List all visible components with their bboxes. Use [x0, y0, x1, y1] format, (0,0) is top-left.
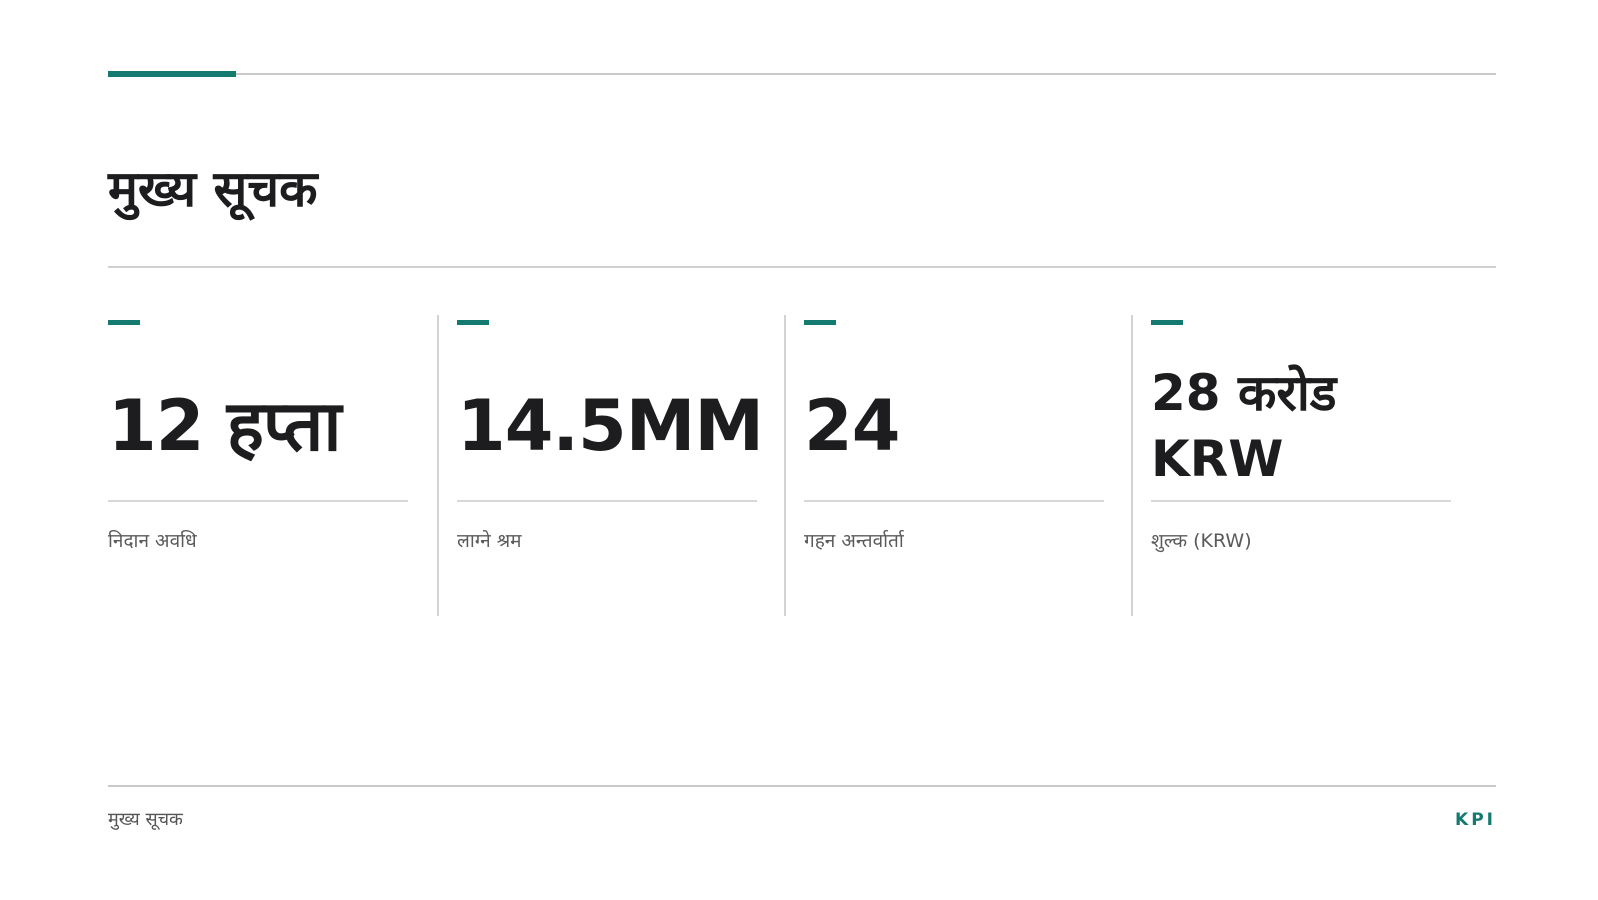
kpi-value: 12 हप्ता: [108, 385, 342, 467]
kpi-divider: [1151, 500, 1451, 502]
kpi-grid: 12 हप्ता निदान अवधि 14.5MM लाग्ने श्रम 2…: [108, 315, 1496, 616]
kpi-value: 14.5MM: [457, 385, 764, 467]
footer-title: मुख्य सूचक: [108, 809, 183, 830]
kpi-accent-marker: [1151, 320, 1183, 325]
top-divider: [108, 73, 1496, 75]
kpi-value: 28 करोड KRW: [1151, 364, 1337, 488]
kpi-label: गहन अन्तर्वार्ता: [804, 530, 904, 552]
kpi-accent-marker: [804, 320, 836, 325]
kpi-value: 24: [804, 385, 900, 467]
kpi-card-fee: 28 करोड KRW शुल्क (KRW): [1131, 315, 1496, 616]
kpi-card-diagnosis-period: 12 हप्ता निदान अवधि: [108, 315, 440, 616]
kpi-accent-marker: [457, 320, 489, 325]
footer-kpi-tag: KPI: [1455, 810, 1496, 830]
top-accent-bar: [108, 71, 236, 77]
kpi-card-interviews: 24 गहन अन्तर्वार्ता: [784, 315, 1132, 616]
kpi-divider: [457, 500, 757, 502]
kpi-label: निदान अवधि: [108, 530, 197, 552]
kpi-divider: [108, 500, 408, 502]
page-title: मुख्य सूचक: [108, 160, 318, 218]
kpi-label: शुल्क (KRW): [1151, 530, 1252, 552]
kpi-card-labor: 14.5MM लाग्ने श्रम: [437, 315, 787, 616]
title-divider: [108, 266, 1496, 268]
footer-divider: [108, 785, 1496, 787]
kpi-accent-marker: [108, 320, 140, 325]
kpi-divider: [804, 500, 1104, 502]
kpi-label: लाग्ने श्रम: [457, 530, 522, 552]
